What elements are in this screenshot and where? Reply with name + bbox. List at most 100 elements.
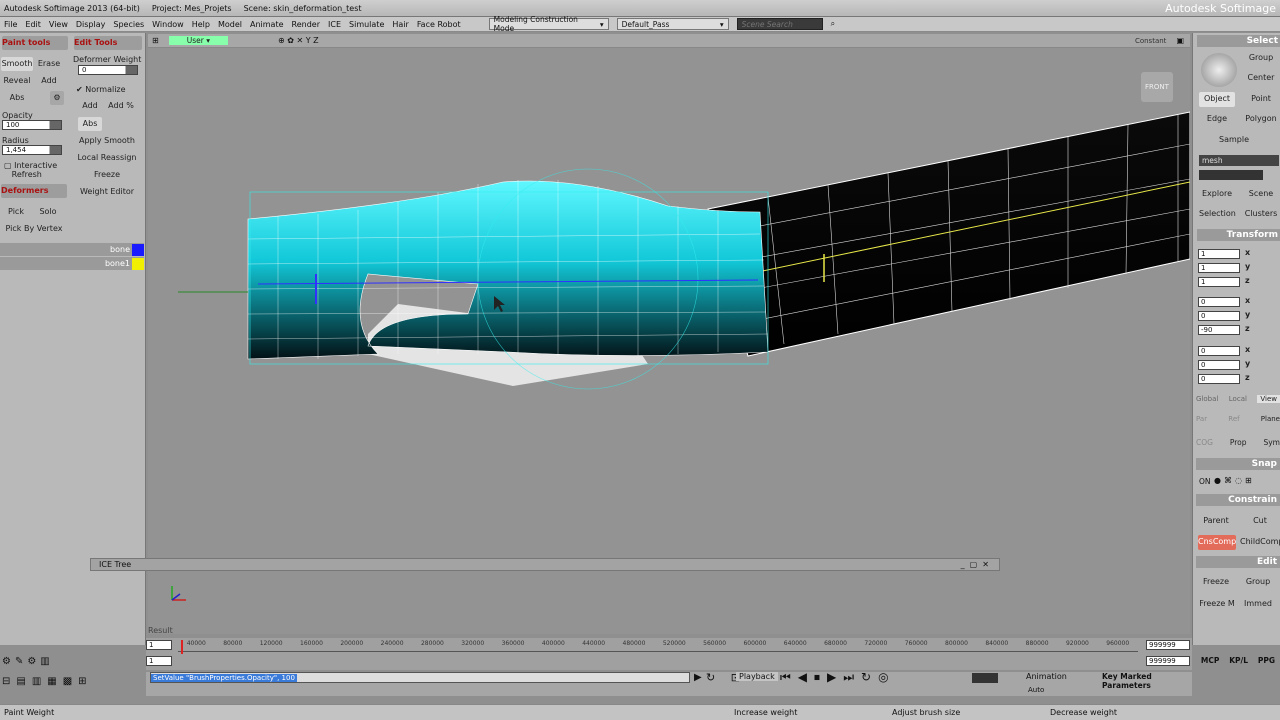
local-button[interactable]: Local [1229, 395, 1247, 403]
scale-x-field[interactable]: 1 [1198, 249, 1240, 259]
apply-smooth-button[interactable]: Apply Smooth [76, 134, 138, 148]
ice-tree-bar[interactable]: ICE Tree _ ▢ ✕ [90, 558, 1000, 571]
group-button-edit[interactable]: Group [1240, 575, 1276, 590]
radius-field[interactable]: 1,454 [2, 145, 62, 155]
auto-key-button[interactable]: Auto [1028, 686, 1044, 694]
menu-view[interactable]: View [49, 20, 68, 29]
deformer-weight-field[interactable]: 0 [78, 65, 138, 75]
search-icon[interactable]: ⌕ [831, 19, 835, 29]
interactive-refresh-checkbox[interactable]: ▢ Interactive Refresh [4, 161, 57, 179]
par-button[interactable]: Par [1196, 415, 1207, 423]
menu-render[interactable]: Render [292, 20, 320, 29]
tab-paint-tools[interactable]: Paint tools [2, 36, 68, 50]
key-marked-parameters-button[interactable]: Key Marked Parameters [1102, 672, 1192, 690]
layout-icons[interactable]: ⊟▤▥▦▩⊞ [2, 676, 93, 687]
tab-ppg[interactable]: PPG [1258, 656, 1275, 665]
deformer-item-bone1[interactable]: bone1 [0, 257, 144, 270]
translate-y-field[interactable]: 0 [1198, 360, 1240, 370]
selection-name-field[interactable]: mesh [1199, 155, 1279, 166]
camera-dropdown[interactable]: User ▾ [168, 36, 228, 45]
gear-icon[interactable]: ⚙ [50, 91, 64, 105]
menu-model[interactable]: Model [218, 20, 242, 29]
reveal-button[interactable]: Reveal [1, 74, 33, 88]
snap-icons[interactable]: ●⌘◌⊞ [1214, 476, 1255, 485]
playback-menu-button[interactable]: Playback [736, 672, 778, 681]
construction-mode-dropdown[interactable]: Modeling Construction Mode ▾ [488, 15, 609, 33]
abs-mode-button[interactable]: Abs [78, 117, 102, 131]
cog-button[interactable]: COG [1196, 438, 1213, 447]
select-arrow-icon[interactable] [1201, 53, 1237, 87]
scene-search-input[interactable] [736, 18, 823, 30]
explore-button[interactable]: Explore [1199, 187, 1235, 202]
range-start-field[interactable]: 1 [146, 656, 172, 666]
maximize-icon[interactable]: ▣ [1176, 36, 1190, 45]
pick-by-vertex-button[interactable]: Pick By Vertex [2, 222, 66, 236]
menu-edit[interactable]: Edit [25, 20, 41, 29]
freeze-button-right[interactable]: Freeze [1198, 575, 1234, 590]
menu-simulate[interactable]: Simulate [349, 20, 384, 29]
transport-controls[interactable]: ⏮◀⏹▶⏭↻◎ [780, 670, 896, 685]
abs-button[interactable]: Abs [1, 91, 33, 105]
freeze-m-button[interactable]: Freeze M [1196, 597, 1238, 612]
display-mode-label[interactable]: Constant [1135, 37, 1166, 45]
deformer-item-bone[interactable]: bone [0, 243, 144, 256]
viewport-3d[interactable]: FRONT Result [148, 34, 1191, 635]
clusters-button[interactable]: Clusters [1243, 207, 1279, 222]
end-frame-field[interactable]: 999999 [1146, 640, 1190, 650]
menu-hair[interactable]: Hair [392, 20, 408, 29]
global-button[interactable]: Global [1196, 395, 1218, 403]
plane-button[interactable]: Plane [1261, 415, 1280, 423]
edge-button[interactable]: Edge [1199, 112, 1235, 127]
point-button[interactable]: Point [1243, 92, 1279, 107]
center-button[interactable]: Center [1243, 71, 1279, 86]
tab-mcp[interactable]: MCP [1201, 656, 1219, 665]
polygon-button[interactable]: Polygon [1243, 112, 1279, 127]
tab-edit-tools[interactable]: Edit Tools [74, 36, 142, 50]
snap-on-button[interactable]: ON [1199, 477, 1211, 486]
sym-button[interactable]: Sym [1263, 438, 1280, 447]
window-controls[interactable]: _ ▢ ✕ [961, 560, 989, 569]
view-button[interactable]: View [1257, 395, 1280, 403]
view-cube[interactable]: FRONT [1141, 72, 1173, 102]
solo-button[interactable]: Solo [34, 205, 62, 219]
menu-ice[interactable]: ICE [328, 20, 341, 29]
animation-menu[interactable]: Animation [1026, 672, 1067, 681]
freeze-button[interactable]: Freeze [76, 168, 138, 182]
rotate-z-field[interactable]: -90 [1198, 325, 1240, 335]
prop-button[interactable]: Prop [1230, 438, 1247, 447]
group-button[interactable]: Group [1243, 51, 1279, 66]
scene-button[interactable]: Scene [1243, 187, 1279, 202]
viewport-menu-icon[interactable]: ⊞ [152, 36, 159, 45]
normalize-checkbox[interactable]: ✔ Normalize [76, 85, 126, 94]
add-percent-button[interactable]: Add % [106, 99, 136, 113]
weight-editor-button[interactable]: Weight Editor [76, 185, 138, 199]
eye-icon[interactable]: ⊕ ✿ ✕ Y Z [278, 36, 319, 45]
parent-button[interactable]: Parent [1198, 514, 1234, 529]
erase-button[interactable]: Erase [34, 57, 64, 71]
object-button[interactable]: Object [1199, 92, 1235, 107]
tab-kp[interactable]: KP/L [1229, 656, 1248, 665]
pass-dropdown[interactable]: Default_Pass ▾ [616, 18, 729, 30]
immed-button[interactable]: Immed [1240, 597, 1276, 612]
scale-y-field[interactable]: 1 [1198, 263, 1240, 273]
menu-animate[interactable]: Animate [250, 20, 284, 29]
range-end-field[interactable]: 999999 [1146, 656, 1190, 666]
menu-display[interactable]: Display [76, 20, 106, 29]
cnscomp-button[interactable]: CnsComp [1198, 535, 1236, 550]
add-mode-button[interactable]: Add [78, 99, 102, 113]
childcomp-button[interactable]: ChildComp [1240, 535, 1280, 550]
run-icon[interactable]: ▶ [694, 672, 702, 683]
cut-button[interactable]: Cut [1242, 514, 1278, 529]
add-button[interactable]: Add [34, 74, 64, 88]
smooth-button[interactable]: Smooth [1, 57, 33, 71]
translate-z-field[interactable]: 0 [1198, 374, 1240, 384]
tool-icons[interactable]: ⚙✎⚙▥ [2, 656, 54, 667]
start-frame-field[interactable]: 1 [146, 640, 172, 650]
script-command-input[interactable]: SetValue "BrushProperties.Opacity", 100 [150, 672, 690, 683]
pick-button[interactable]: Pick [2, 205, 30, 219]
translate-x-field[interactable]: 0 [1198, 346, 1240, 356]
ref-button[interactable]: Ref [1228, 415, 1239, 423]
scale-z-field[interactable]: 1 [1198, 277, 1240, 287]
menu-species[interactable]: Species [113, 20, 144, 29]
menu-window[interactable]: Window [152, 20, 184, 29]
